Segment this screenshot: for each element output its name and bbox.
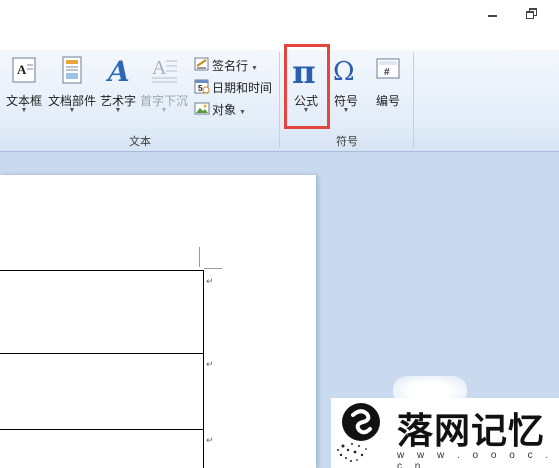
paragraph-mark: ↵ [206, 359, 214, 369]
wordart-button[interactable]: A 艺术字 ▼ [98, 54, 138, 126]
table-border [0, 429, 204, 430]
text-box-icon: A [12, 57, 36, 83]
number-icon: # [376, 58, 400, 79]
wordart-icon: A [105, 56, 130, 84]
chevron-down-icon: ▼ [160, 107, 168, 114]
symbols-group-label: 符号 [336, 136, 358, 148]
drop-cap-icon: A [152, 57, 177, 83]
chevron-down-icon: ▼ [251, 65, 258, 72]
margin-corner-mark [199, 247, 200, 267]
chevron-down-icon: ▼ [68, 107, 76, 114]
numbering-label: 编号 [375, 94, 400, 108]
omega-symbol-icon: Ω [333, 57, 355, 84]
symbol-button[interactable]: Ω 符号 ▼ [328, 54, 364, 126]
object-icon [194, 102, 210, 115]
ribbon: A 文本框 ▼ 文档部件 ▼ A 艺术字 ▼ A 首字下沉 ▼ 签名行 ▼ 5 … [0, 50, 559, 152]
group-divider [413, 52, 414, 148]
document-page[interactable] [0, 175, 316, 468]
paragraph-mark: ↵ [206, 435, 214, 445]
table-border [0, 270, 204, 271]
document-parts-button[interactable]: 文档部件 ▼ [48, 54, 96, 126]
restore-icon-front [526, 11, 534, 19]
paragraph-mark: ↵ [206, 276, 214, 286]
svg-text:#: # [384, 67, 390, 78]
chevron-down-icon: ▼ [342, 107, 350, 114]
watermark-url: w w w . o o o c . c n [397, 450, 554, 468]
numbering-button[interactable]: # 编号 [368, 54, 408, 126]
date-time-icon: 5 [194, 79, 210, 94]
watermark-text: 落网记忆 [397, 411, 546, 452]
margin-corner-mark [204, 268, 222, 269]
signature-line-icon [194, 57, 209, 71]
svg-text:5: 5 [198, 84, 203, 93]
minimize-button[interactable] [484, 6, 504, 22]
chevron-down-icon: ▼ [20, 107, 28, 114]
chevron-down-icon: ▼ [114, 107, 122, 114]
table-border [203, 270, 204, 468]
title-bar [0, 0, 559, 50]
table-border [0, 353, 204, 354]
svg-text:A: A [105, 56, 130, 84]
text-box-button[interactable]: A 文本框 ▼ [4, 54, 44, 126]
svg-text:Ω: Ω [333, 57, 355, 84]
text-group-label: 文本 [129, 136, 151, 148]
date-time-label: 日期和时间 [212, 81, 273, 95]
signature-line-label: 签名行 [212, 59, 249, 73]
group-divider [279, 52, 280, 148]
drop-cap-button[interactable]: A 首字下沉 ▼ [140, 54, 188, 126]
equation-highlight-box [284, 44, 330, 129]
svg-text:A: A [17, 62, 27, 77]
object-label: 对象 [212, 103, 237, 117]
chevron-down-icon: ▼ [239, 109, 246, 116]
document-parts-icon [62, 56, 82, 84]
watermark-logo-icon [337, 403, 380, 462]
restore-button[interactable] [524, 6, 544, 22]
svg-text:A: A [152, 57, 167, 79]
